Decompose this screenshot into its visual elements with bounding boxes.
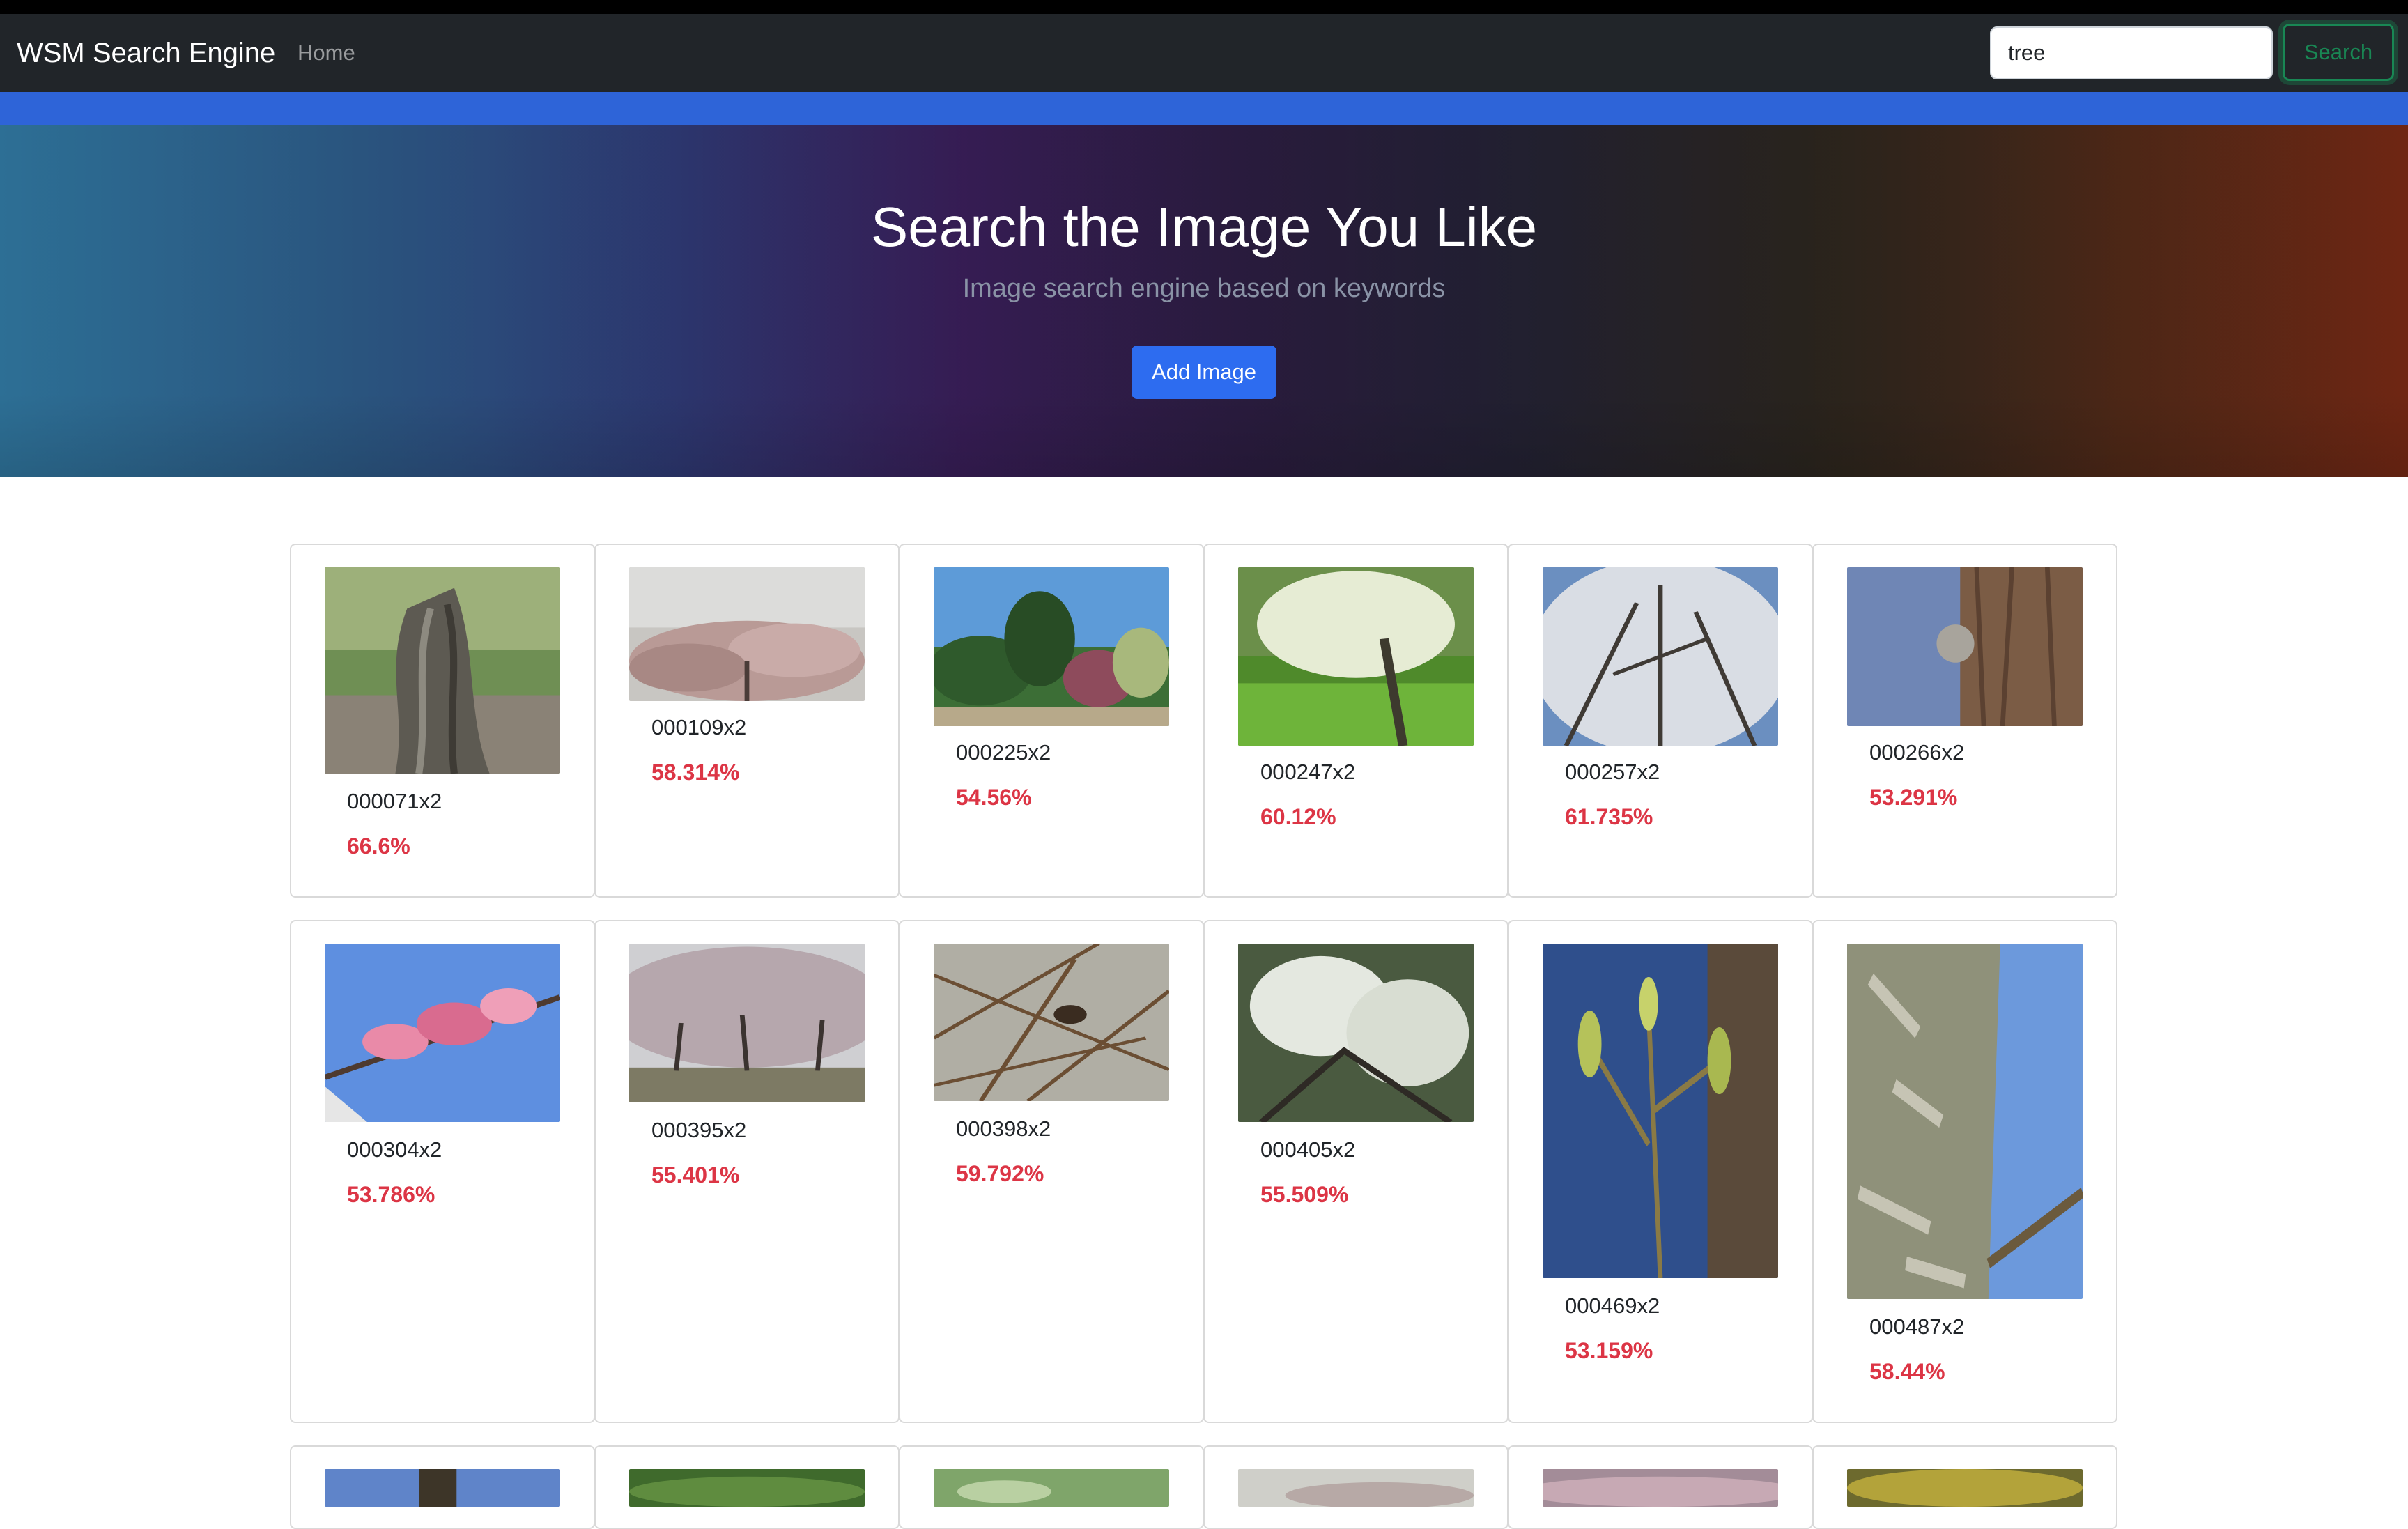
hero-banner: Search the Image You Like Image search e…	[0, 125, 2408, 477]
result-thumbnail[interactable]	[629, 567, 865, 701]
result-thumbnail[interactable]	[1543, 1469, 1778, 1507]
brand-logo[interactable]: WSM Search Engine	[17, 35, 275, 71]
result-score: 53.786%	[347, 1182, 435, 1207]
result-card[interactable]: 000395x2 55.401%	[594, 920, 900, 1423]
result-thumbnail[interactable]	[1238, 944, 1474, 1122]
hero-shade	[0, 393, 2408, 477]
result-score: 55.401%	[651, 1162, 740, 1188]
top-edge	[0, 0, 2408, 14]
result-name: 000469x2	[1565, 1293, 1660, 1318]
result-card[interactable]	[290, 1445, 595, 1529]
result-score: 54.56%	[956, 785, 1032, 810]
result-thumbnail[interactable]	[934, 567, 1169, 726]
result-name: 000398x2	[956, 1116, 1051, 1141]
result-thumbnail[interactable]	[1238, 1469, 1474, 1507]
result-thumbnail[interactable]	[934, 944, 1169, 1101]
result-score: 66.6%	[347, 833, 410, 859]
result-score: 59.792%	[956, 1161, 1044, 1186]
result-thumbnail[interactable]	[1543, 944, 1778, 1278]
result-score: 53.159%	[1565, 1338, 1653, 1363]
result-card[interactable]: 000405x2 55.509%	[1203, 920, 1508, 1423]
navbar: WSM Search Engine Home Search	[0, 14, 2408, 92]
result-name: 000109x2	[651, 715, 747, 739]
result-card[interactable]: 000071x2 66.6%	[290, 544, 595, 898]
hero-title: Search the Image You Like	[870, 196, 1538, 258]
result-name: 000225x2	[956, 740, 1051, 764]
result-name: 000405x2	[1260, 1137, 1356, 1162]
search-button[interactable]: Search	[2283, 24, 2394, 81]
result-thumbnail[interactable]	[629, 1469, 865, 1507]
result-name: 000266x2	[1869, 740, 1965, 764]
result-score: 60.12%	[1260, 804, 1336, 829]
result-name: 000304x2	[347, 1137, 442, 1162]
result-card[interactable]: 000225x2 54.56%	[899, 544, 1204, 898]
result-card[interactable]: 000487x2 58.44%	[1812, 920, 2117, 1423]
result-score: 55.509%	[1260, 1182, 1349, 1207]
result-card[interactable]	[594, 1445, 900, 1529]
result-thumbnail[interactable]	[1847, 567, 2083, 726]
result-score: 61.735%	[1565, 804, 1653, 829]
result-card[interactable]: 000247x2 60.12%	[1203, 544, 1508, 898]
result-card[interactable]	[1203, 1445, 1508, 1529]
nav-home-link[interactable]: Home	[298, 39, 355, 67]
result-thumbnail[interactable]	[1847, 944, 2083, 1299]
search-input[interactable]	[1990, 26, 2273, 79]
result-name: 000247x2	[1260, 760, 1356, 784]
result-card[interactable]	[1508, 1445, 1813, 1529]
result-card[interactable]: 000398x2 59.792%	[899, 920, 1204, 1423]
result-thumbnail[interactable]	[1847, 1469, 2083, 1507]
result-thumbnail[interactable]	[934, 1469, 1169, 1507]
result-thumbnail[interactable]	[325, 1469, 560, 1507]
result-name: 000257x2	[1565, 760, 1660, 784]
result-thumbnail[interactable]	[1543, 567, 1778, 746]
result-name: 000395x2	[651, 1118, 747, 1142]
add-image-button[interactable]: Add Image	[1132, 346, 1276, 399]
hero-subtitle: Image search engine based on keywords	[962, 274, 1446, 303]
result-card[interactable]: 000109x2 58.314%	[594, 544, 900, 898]
accent-bar	[0, 92, 2408, 125]
result-thumbnail[interactable]	[325, 567, 560, 774]
result-card[interactable]: 000266x2 53.291%	[1812, 544, 2117, 898]
result-thumbnail[interactable]	[629, 944, 865, 1102]
result-score: 58.314%	[651, 760, 740, 785]
result-thumbnail[interactable]	[325, 944, 560, 1122]
result-name: 000071x2	[347, 789, 442, 813]
result-name: 000487x2	[1869, 1314, 1965, 1339]
result-card[interactable]: 000469x2 53.159%	[1508, 920, 1813, 1423]
result-score: 53.291%	[1869, 785, 1958, 810]
result-card[interactable]: 000257x2 61.735%	[1508, 544, 1813, 898]
result-score: 58.44%	[1869, 1359, 1945, 1384]
result-card[interactable]	[899, 1445, 1204, 1529]
result-card[interactable]	[1812, 1445, 2117, 1529]
result-thumbnail[interactable]	[1238, 567, 1474, 746]
result-card[interactable]: 000304x2 53.786%	[290, 920, 595, 1423]
